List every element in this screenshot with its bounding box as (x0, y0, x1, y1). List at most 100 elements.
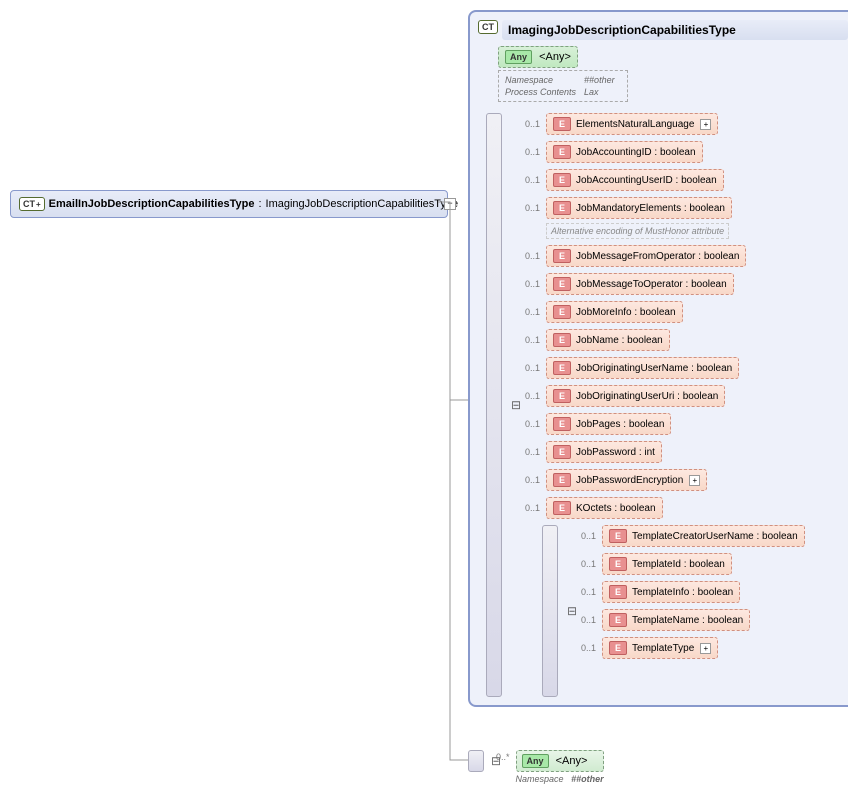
element-row: 0..1 E KOctets : boolean (514, 497, 848, 519)
element-box[interactable]: E JobOriginatingUserName : boolean (546, 357, 739, 379)
sequence-bar: ⊟ (542, 525, 558, 697)
type-separator: : (258, 198, 261, 210)
sequence-icon: ⊟ (491, 754, 501, 768)
occurrence: 0..1 (514, 475, 540, 485)
e-badge-icon: E (553, 305, 571, 319)
e-badge-icon: E (609, 557, 627, 571)
occurrence: 0..1 (514, 251, 540, 261)
element-row: 0..1 E JobMoreInfo : boolean (514, 301, 848, 323)
element-box[interactable]: E TemplateName : boolean (602, 609, 750, 631)
element-name: JobMoreInfo : boolean (576, 307, 676, 318)
element-name: JobPasswordEncryption (576, 475, 683, 486)
element-box[interactable]: E TemplateId : boolean (602, 553, 732, 575)
e-badge-icon: E (609, 641, 627, 655)
element-row: 0..1 E JobName : boolean (514, 329, 848, 351)
element-box[interactable]: E JobOriginatingUserUri : boolean (546, 385, 725, 407)
e-badge-icon: E (553, 277, 571, 291)
occurrence: 0..1 (570, 559, 596, 569)
left-complex-type: CT EmailInJobDescriptionCapabilitiesType… (10, 190, 448, 218)
element-box[interactable]: E JobMessageFromOperator : boolean (546, 245, 746, 267)
e-badge-icon: E (553, 361, 571, 375)
element-box[interactable]: E JobAccountingID : boolean (546, 141, 703, 163)
e-badge-icon: E (553, 201, 571, 215)
element-name: KOctets : boolean (576, 503, 656, 514)
occurrence: 0..1 (514, 147, 540, 157)
element-box[interactable]: E TemplateInfo : boolean (602, 581, 740, 603)
element-row: 0..1 E JobOriginatingUserName : boolean (514, 357, 848, 379)
element-box[interactable]: E ElementsNaturalLanguage (546, 113, 718, 135)
element-row: 0..1 E JobMessageFromOperator : boolean (514, 245, 848, 267)
occurrence: 0..1 (514, 503, 540, 513)
element-box[interactable]: E TemplateCreatorUserName : boolean (602, 525, 805, 547)
occurrence: 0..1 (514, 119, 540, 129)
ct-badge-icon: CT (19, 197, 45, 211)
proc-value: Lax (584, 87, 621, 97)
element-box[interactable]: E JobPasswordEncryption (546, 469, 707, 491)
element-row: 0..1 E JobOriginatingUserUri : boolean (514, 385, 848, 407)
element-name: JobPassword : int (576, 447, 655, 458)
occurrence: 0..1 (514, 307, 540, 317)
left-base-type: ImagingJobDescriptionCapabilitiesType (266, 198, 459, 210)
element-box[interactable]: E KOctets : boolean (546, 497, 663, 519)
main-complex-type: CT ImagingJobDescriptionCapabilitiesType… (468, 10, 848, 707)
any-label: <Any> (539, 51, 571, 63)
element-name: TemplateId : boolean (632, 559, 725, 570)
ct-badge-icon: CT (478, 20, 498, 34)
ns-label: Namespace (505, 75, 582, 85)
element-box[interactable]: E JobName : boolean (546, 329, 670, 351)
element-row: 0..1 E TemplateId : boolean (570, 553, 848, 575)
element-name: JobAccountingUserID : boolean (576, 175, 717, 186)
element-name: JobOriginatingUserName : boolean (576, 363, 732, 374)
any-wildcard: Any <Any> (498, 46, 578, 68)
e-badge-icon: E (553, 417, 571, 431)
proc-label: Process Contents (505, 87, 582, 97)
element-list: 0..1 E TemplateCreatorUserName : boolean… (570, 525, 848, 697)
ns-label: Namespace (516, 774, 564, 784)
element-name: JobAccountingID : boolean (576, 147, 696, 158)
element-row: 0..1 E JobPassword : int (514, 441, 848, 463)
element-row: 0..1 E JobPasswordEncryption (514, 469, 848, 491)
element-box[interactable]: E JobMoreInfo : boolean (546, 301, 683, 323)
element-name: JobMessageFromOperator : boolean (576, 251, 739, 262)
element-row: 0..1 E JobMandatoryElements : boolean (514, 197, 848, 219)
e-badge-icon: E (553, 333, 571, 347)
e-badge-icon: E (553, 117, 571, 131)
element-row: 0..1 E TemplateName : boolean (570, 609, 848, 631)
element-box[interactable]: E JobAccountingUserID : boolean (546, 169, 724, 191)
occurrence: 0..1 (514, 335, 540, 345)
element-annotation: Alternative encoding of MustHonor attrib… (546, 223, 729, 239)
e-badge-icon: E (609, 585, 627, 599)
element-name: JobMandatoryElements : boolean (576, 203, 725, 214)
element-list: 0..1 E ElementsNaturalLanguage 0..1 E Jo… (514, 113, 848, 697)
element-row: 0..1 E JobMessageToOperator : boolean (514, 273, 848, 295)
any-label: <Any> (556, 755, 588, 767)
element-name: ElementsNaturalLanguage (576, 119, 694, 130)
e-badge-icon: E (553, 445, 571, 459)
element-name: JobOriginatingUserUri : boolean (576, 391, 718, 402)
element-row: 0..1 E ElementsNaturalLanguage (514, 113, 848, 135)
element-name: JobPages : boolean (576, 419, 664, 430)
element-name: TemplateInfo : boolean (632, 587, 733, 598)
element-row: 0..1 E TemplateCreatorUserName : boolean (570, 525, 848, 547)
e-badge-icon: E (553, 145, 571, 159)
left-type-name: EmailInJobDescriptionCapabilitiesType (49, 198, 255, 210)
element-name: JobMessageToOperator : boolean (576, 279, 727, 290)
element-box[interactable]: E JobPages : boolean (546, 413, 671, 435)
e-badge-icon: E (553, 501, 571, 515)
e-badge-icon: E (609, 529, 627, 543)
connector-line (430, 10, 470, 770)
ns-value: ##other (571, 774, 604, 784)
expand-icon[interactable]: − (444, 198, 456, 210)
element-box[interactable]: E TemplateType (602, 637, 718, 659)
occurrence: 0..1 (570, 531, 596, 541)
occurrence: 0..1 (570, 643, 596, 653)
ns-value: ##other (584, 75, 621, 85)
element-row: 0..1 E JobAccountingUserID : boolean (514, 169, 848, 191)
occurrence: 0..1 (514, 279, 540, 289)
e-badge-icon: E (553, 173, 571, 187)
occurrence: 0..1 (514, 203, 540, 213)
element-box[interactable]: E JobMandatoryElements : boolean (546, 197, 732, 219)
element-box[interactable]: E JobPassword : int (546, 441, 662, 463)
occurrence: 0..1 (514, 447, 540, 457)
element-box[interactable]: E JobMessageToOperator : boolean (546, 273, 734, 295)
